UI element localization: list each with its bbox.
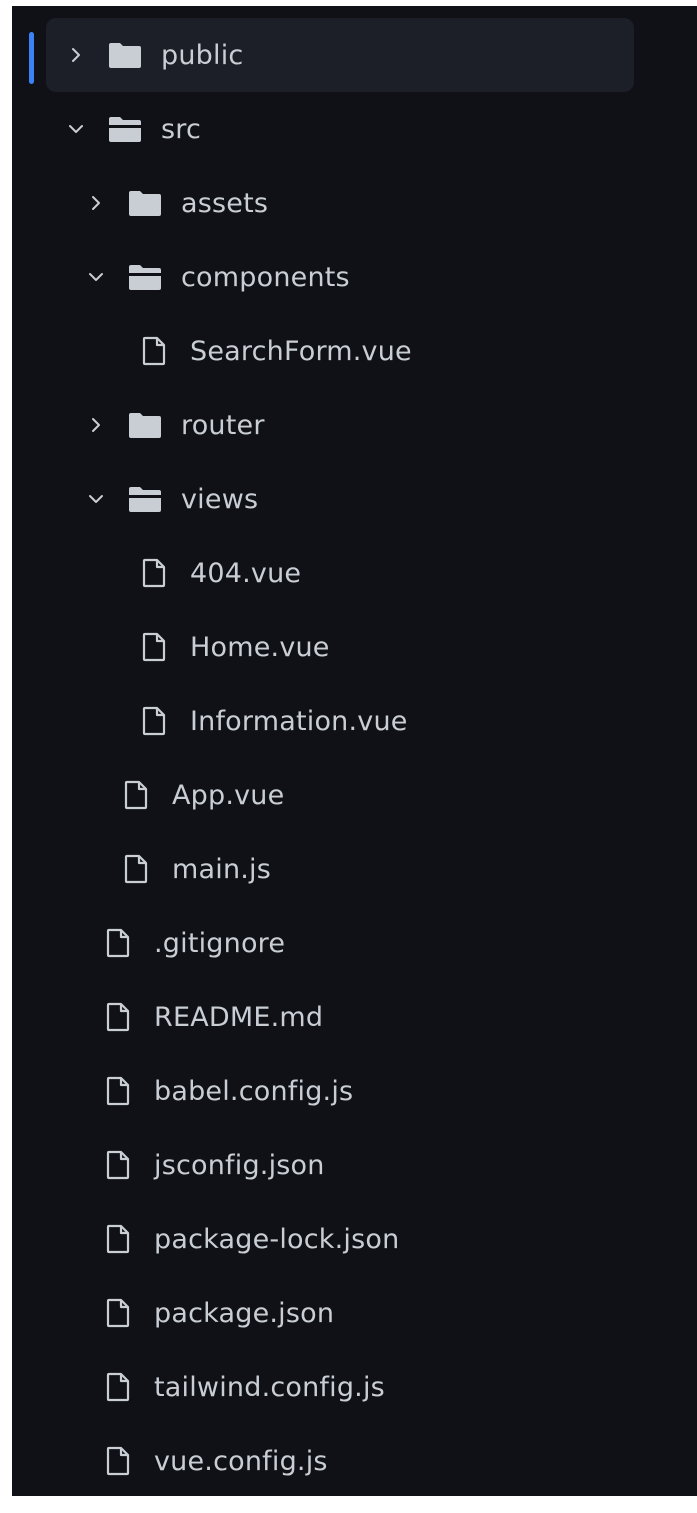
folder-item-router[interactable]: router [12, 388, 697, 462]
file-icon [124, 779, 150, 811]
file-icon [142, 631, 168, 663]
file-item-jsconfig-json[interactable]: jsconfig.json [12, 1128, 697, 1202]
chevron-down-icon[interactable] [85, 488, 107, 510]
tree-item-label: assets [181, 187, 269, 219]
folder-item-components[interactable]: components [12, 240, 697, 314]
tree-item-label: Information.vue [190, 705, 408, 737]
folder-icon [127, 410, 163, 440]
tree-item-label: SearchForm.vue [190, 335, 412, 367]
file-icon [142, 557, 168, 589]
file-icon [142, 705, 168, 737]
folder-item-assets[interactable]: assets [12, 166, 697, 240]
tree-item-label: jsconfig.json [154, 1149, 325, 1181]
file-item-404-vue[interactable]: 404.vue [12, 536, 697, 610]
file-explorer: public src assets components SearchForm.vue r… [12, 6, 697, 1496]
chevron-right-icon[interactable] [85, 414, 107, 436]
file-icon [124, 853, 150, 885]
tree-item-label: views [181, 483, 259, 515]
file-item-main-js[interactable]: main.js [12, 832, 697, 906]
folder-open-icon [127, 262, 163, 292]
chevron-down-icon[interactable] [65, 118, 87, 140]
tree-item-label: package-lock.json [154, 1223, 400, 1255]
file-item-package-json[interactable]: package.json [12, 1276, 697, 1350]
chevron-right-icon[interactable] [65, 44, 87, 66]
file-item-readme-md[interactable]: README.md [12, 980, 697, 1054]
file-item-home-vue[interactable]: Home.vue [12, 610, 697, 684]
chevron-down-icon[interactable] [85, 266, 107, 288]
folder-open-icon [127, 484, 163, 514]
file-item-gitignore[interactable]: .gitignore [12, 906, 697, 980]
folder-item-views[interactable]: views [12, 462, 697, 536]
tree-item-label: babel.config.js [154, 1075, 354, 1107]
tree-item-label: tailwind.config.js [154, 1371, 385, 1403]
file-item-vue-config-js[interactable]: vue.config.js [12, 1424, 697, 1496]
folder-item-public[interactable]: public [12, 18, 697, 92]
tree-item-label: .gitignore [154, 927, 286, 959]
file-icon [106, 1149, 132, 1181]
file-icon [106, 1001, 132, 1033]
tree-item-label: components [181, 261, 350, 293]
tree-item-label: README.md [154, 1001, 324, 1033]
tree-item-label: public [161, 39, 244, 71]
chevron-right-icon[interactable] [85, 192, 107, 214]
file-icon [106, 1445, 132, 1477]
tree-item-label: main.js [172, 853, 272, 885]
folder-icon [127, 188, 163, 218]
folder-item-src[interactable]: src [12, 92, 697, 166]
file-icon [142, 335, 168, 367]
file-item-app-vue[interactable]: App.vue [12, 758, 697, 832]
tree-item-label: package.json [154, 1297, 335, 1329]
file-item-package-lock-json[interactable]: package-lock.json [12, 1202, 697, 1276]
tree-item-label: src [161, 113, 202, 145]
file-icon [106, 927, 132, 959]
file-item-tailwind-config-js[interactable]: tailwind.config.js [12, 1350, 697, 1424]
tree-item-label: App.vue [172, 779, 285, 811]
tree-item-label: Home.vue [190, 631, 330, 663]
file-icon [106, 1223, 132, 1255]
file-item-information-vue[interactable]: Information.vue [12, 684, 697, 758]
file-icon [106, 1075, 132, 1107]
file-icon [106, 1371, 132, 1403]
folder-open-icon [107, 114, 143, 144]
tree-item-label: vue.config.js [154, 1445, 328, 1477]
tree-item-label: router [181, 409, 265, 441]
file-tree: public src assets components SearchForm.vue r… [12, 18, 697, 1496]
file-icon [106, 1297, 132, 1329]
tree-item-label: 404.vue [190, 557, 302, 589]
file-item-babel-config-js[interactable]: babel.config.js [12, 1054, 697, 1128]
file-item-searchform-vue[interactable]: SearchForm.vue [12, 314, 697, 388]
folder-icon [107, 40, 143, 70]
